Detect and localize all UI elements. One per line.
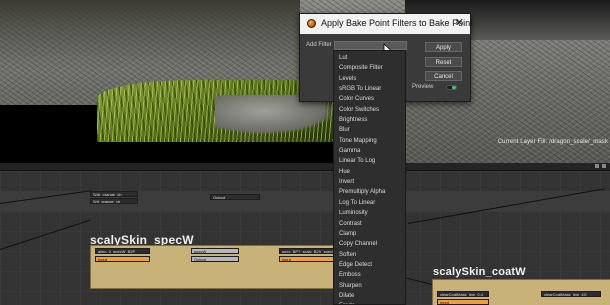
graph-node[interactable]: Input <box>437 299 489 305</box>
filter-option[interactable]: Color Curves <box>334 94 405 104</box>
filter-option[interactable]: Copy Channel <box>334 239 405 249</box>
graph-node[interactable]: S/d_orange_ch <box>90 198 138 204</box>
graph-node[interactable]: S/dr_orange_ch <box>90 191 138 197</box>
app-logo-icon <box>307 19 316 28</box>
graph-node[interactable]: Input <box>95 256 150 262</box>
filter-option[interactable]: Sharpen <box>334 281 405 291</box>
close-icon[interactable]: ✕ <box>455 17 464 29</box>
graph-node[interactable]: specW <box>191 248 239 254</box>
filter-option[interactable]: Blur <box>334 125 405 135</box>
add-filter-select[interactable] <box>334 41 407 50</box>
filter-option[interactable]: Invert <box>334 177 405 187</box>
group-title-coat[interactable]: scalySkin_coatW <box>433 266 526 278</box>
filter-option[interactable]: Color Switches <box>334 105 405 115</box>
filter-option[interactable]: Dilate <box>334 291 405 301</box>
graph-menu-icon[interactable] <box>595 164 599 168</box>
filter-option[interactable]: Levels <box>334 74 405 84</box>
filter-option[interactable]: sRGB To Linear <box>334 84 405 94</box>
dialog-title: Apply Bake Point Filters to Bake Point <box>321 18 473 28</box>
cancel-button[interactable]: Cancel <box>425 71 462 81</box>
filter-option[interactable]: Log To Linear <box>334 198 405 208</box>
viewport-status-overlay: Current Layer Fill: /dragon_scale/_mask <box>497 139 608 145</box>
graph-close-icon[interactable] <box>602 164 606 168</box>
filter-dropdown-list[interactable]: Lut Composite Filter Levels sRGB To Linear C… <box>333 50 406 305</box>
filter-option[interactable]: Brightness <box>334 115 405 125</box>
filter-option[interactable]: Gamma <box>334 146 405 156</box>
filter-option[interactable]: Linear To Log <box>334 156 405 166</box>
filter-option[interactable]: Luminosity <box>334 208 405 218</box>
reset-button[interactable]: Reset <box>425 57 462 67</box>
filter-option[interactable]: Hue <box>334 167 405 177</box>
viewport-dragon-head <box>0 0 300 70</box>
graph-node[interactable]: Output <box>191 256 239 262</box>
add-filter-label: Add Filter <box>306 42 332 48</box>
graph-node[interactable]: alien_0_specW_B2P <box>95 248 150 254</box>
preview-toggle[interactable] <box>446 85 457 90</box>
filter-option[interactable]: Composite Filter <box>334 63 405 73</box>
filter-option[interactable]: Contrast <box>334 219 405 229</box>
node-group-spec[interactable]: alien_0_specW_B2P specW spec_BP?_scaly_B… <box>90 245 342 289</box>
filter-option[interactable]: Lut <box>334 53 405 63</box>
graph-node[interactable]: clearCoatMask_line_0.4 <box>437 291 489 297</box>
graph-node[interactable]: input <box>279 256 334 262</box>
filter-option[interactable]: Edge Detect <box>334 260 405 270</box>
graph-node[interactable]: spec_BP?_scaly_B2V_specW <box>279 248 334 254</box>
filter-option[interactable]: Soften <box>334 250 405 260</box>
filter-option[interactable]: Tone Mapping <box>334 136 405 146</box>
node-group-coat[interactable]: clearCoatMask_line_0.4 clearCoatMask_lin… <box>432 279 610 305</box>
node-graph[interactable]: S/dr_orange_ch S/d_orange_ch Output scal… <box>0 163 610 305</box>
apply-button[interactable]: Apply <box>425 42 462 52</box>
preview-label: Preview <box>412 84 434 90</box>
filter-option[interactable]: Premultiply Alpha <box>334 187 405 197</box>
filter-option[interactable]: Clamp <box>334 229 405 239</box>
viewport-background-bottom <box>0 140 340 163</box>
preview-toggle-knob <box>452 86 456 89</box>
filter-option[interactable]: Emboss <box>334 270 405 280</box>
filter-option[interactable]: Erode <box>334 301 405 304</box>
graph-node[interactable]: clearCoatMask_line_4G <box>541 291 601 297</box>
graph-node[interactable]: Output <box>210 194 260 200</box>
node-graph-toolbar <box>0 163 610 171</box>
dialog-titlebar[interactable]: Apply Bake Point Filters to Bake Point ✕ <box>300 14 473 34</box>
